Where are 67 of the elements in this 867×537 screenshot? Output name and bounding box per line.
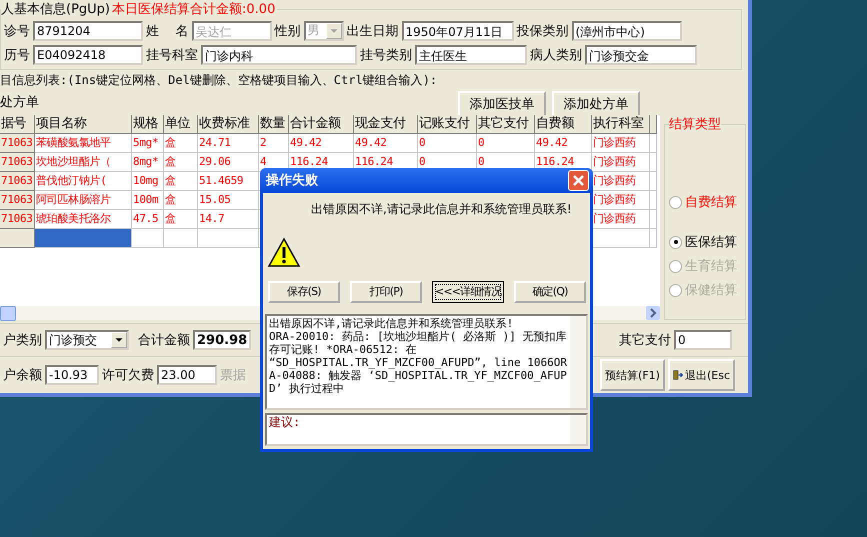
table-cell: 盒 xyxy=(164,172,198,191)
column-header: 收费标准 xyxy=(198,115,259,134)
table-cell: 0 xyxy=(477,134,535,153)
column-header: 记账支付 xyxy=(418,115,477,134)
table-cell: 8mg* xyxy=(132,153,164,172)
table-cell: 苯磺酸氨氯地平 xyxy=(35,134,132,153)
field-label: 户余额 xyxy=(2,367,43,384)
table-cell: 15.05 xyxy=(198,191,259,210)
column-header: 单位 xyxy=(164,115,198,134)
dialog-title: 操作失败 xyxy=(266,172,318,190)
table-cell: 47.5 xyxy=(132,210,164,229)
group-title: 人基本信息(PgUp) xyxy=(1,1,110,18)
column-header: 自费额 xyxy=(535,115,592,134)
field-label: 投保类别 xyxy=(516,22,570,40)
field-label: 性别 xyxy=(273,22,302,40)
table-cell: 普伐他汀钠片( xyxy=(35,172,132,191)
error-message: 出错原因不详,请记录此信息并和系统管理员联系! xyxy=(311,200,572,218)
table-cell: 71063 xyxy=(0,191,35,210)
table-cell: 14.7 xyxy=(198,210,259,229)
table-cell: 盒 xyxy=(164,134,198,153)
table-cell: 门诊西药 xyxy=(592,153,650,172)
table-cell: 门诊西药 xyxy=(592,134,650,153)
table-cell: 49.42 xyxy=(354,134,418,153)
column-header: 项目名称 xyxy=(35,115,132,134)
column-header: 据号 xyxy=(0,115,35,134)
field-label: 挂号科室 xyxy=(145,46,199,64)
section-label: 处方单 xyxy=(0,94,39,111)
group-title: 结算类型 xyxy=(669,116,721,133)
table-cell: 29.06 xyxy=(198,153,259,172)
field-label: 挂号类别 xyxy=(359,46,413,64)
field-label: 票据 xyxy=(219,367,247,384)
field-label: 许可欠费 xyxy=(101,367,155,384)
field-label: 户类别 xyxy=(2,332,43,349)
table-cell: 0 xyxy=(418,134,477,153)
table-cell: 71063 xyxy=(0,210,35,229)
table-cell: 2 xyxy=(259,134,289,153)
field-label: 姓 名 xyxy=(145,22,190,40)
field-label: 诊号 xyxy=(3,22,31,40)
table-cell: 阿司匹林肠溶片 xyxy=(35,191,132,210)
field-label: 出生日期 xyxy=(346,22,400,40)
table-cell: 51.4659 xyxy=(198,172,259,191)
daily-total-text: 本日医保结算合计金额:0.00 xyxy=(112,1,276,18)
total-field: 290.98 xyxy=(193,330,251,350)
table-cell: 盒 xyxy=(164,210,198,229)
column-header: 执行科室 xyxy=(592,115,650,134)
field-label: 历号 xyxy=(3,46,31,64)
table-cell: 49.42 xyxy=(535,134,592,153)
hint-text: 目信息列表:(Ins键定位网格、Del键删除、空格键项目输入、Ctrl键组合输入): xyxy=(0,72,438,89)
column-header: 规格 xyxy=(132,115,164,134)
field-label: 病人类别 xyxy=(529,46,583,64)
table-cell: 24.71 xyxy=(198,134,259,153)
table-cell: 盒 xyxy=(164,153,198,172)
column-header: 其它支付 xyxy=(477,115,535,134)
table-cell: 盒 xyxy=(164,191,198,210)
column-header: 现金支付 xyxy=(354,115,418,134)
table-cell: 49.42 xyxy=(289,134,354,153)
column-header: 数量 xyxy=(259,115,289,134)
table-cell: 坎地沙坦酯片（ xyxy=(35,153,132,172)
field-label: 合计金额 xyxy=(137,332,191,349)
table-cell: 5mg* xyxy=(132,134,164,153)
field-label: 其它支付 xyxy=(618,332,672,349)
column-header: 合计金额 xyxy=(289,115,354,134)
table-cell: 10mg xyxy=(132,172,164,191)
table-cell: 71063 xyxy=(0,172,35,191)
table-cell: 100m xyxy=(132,191,164,210)
table-cell: 71063 xyxy=(0,153,35,172)
table-cell: 71063 xyxy=(0,134,35,153)
